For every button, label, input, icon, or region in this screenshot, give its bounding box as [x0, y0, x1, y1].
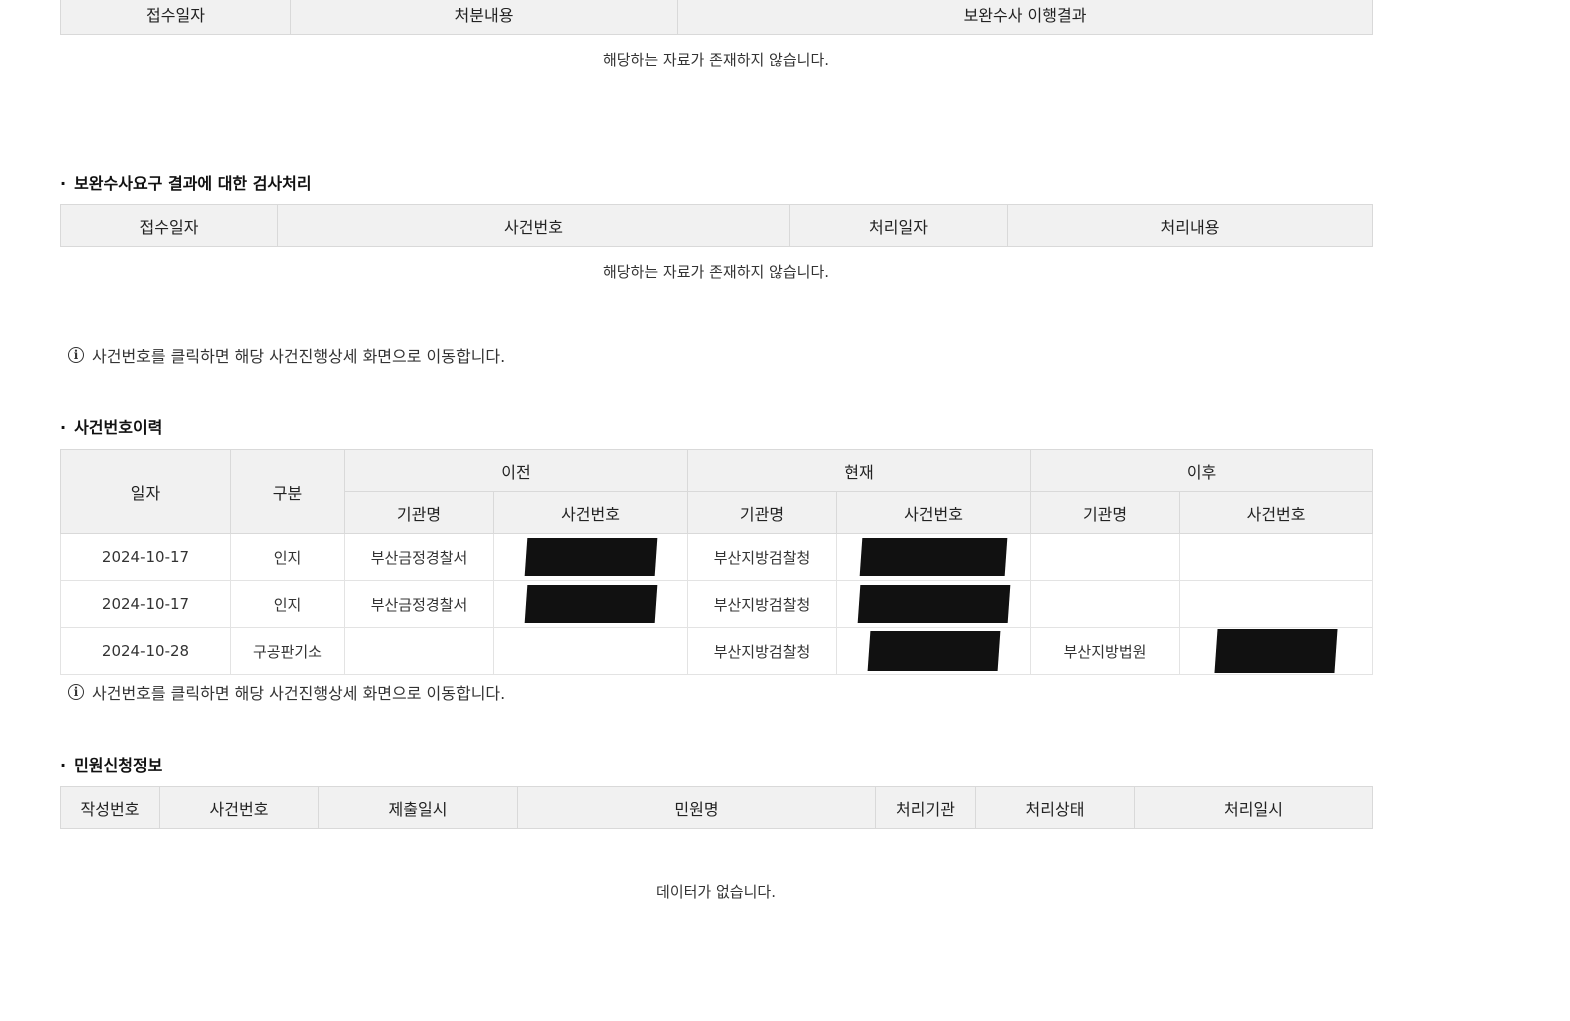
redacted-case-number[interactable] [524, 538, 657, 576]
cell-after-org [1030, 580, 1181, 628]
case-number-history-table: 일자 구분 이전 현재 이후 기관명 사건번호 기관명 사건번호 기관명 사건번… [60, 449, 1374, 675]
col-header-processing-content: 처리내용 [1007, 204, 1373, 247]
cell-current-org: 부산지방검찰청 [687, 533, 838, 581]
section-title-petition-info: · 민원신청정보 [60, 756, 163, 775]
info-icon: i [68, 684, 84, 700]
empty-message: 해당하는 자료가 존재하지 않습니다. [602, 263, 830, 281]
col-header-received-date: 접수일자 [60, 204, 278, 247]
table-row: 2024-10-17 인지 부산금정경찰서 부산지방검찰청 [60, 533, 1374, 581]
redacted-case-number[interactable] [867, 631, 1000, 671]
col-header-processing-status: 처리상태 [975, 786, 1135, 829]
col-header-date: 일자 [60, 449, 231, 534]
col-header-before: 이전 [343, 449, 689, 492]
notice: i 사건번호를 클릭하면 해당 사건진행상세 화면으로 이동합니다. [68, 343, 505, 367]
redacted-case-number[interactable] [1214, 629, 1338, 673]
col-header-after: 이후 [1030, 449, 1374, 492]
col-header-processed-date: 처리일자 [789, 204, 1008, 247]
cell-before-org [344, 627, 494, 675]
cell-type: 인지 [230, 580, 345, 628]
cell-current-case[interactable] [836, 533, 1032, 581]
info-icon: i [68, 347, 84, 363]
section-title-prosecutor-processing: · 보완수사요구 결과에 대한 검사처리 [60, 174, 312, 193]
cell-before-case[interactable] [492, 580, 689, 628]
cell-type: 인지 [230, 533, 345, 581]
col-header-submitted-at: 제출일시 [318, 786, 518, 829]
cell-after-org: 부산지방법원 [1030, 627, 1181, 675]
col-header-disposition: 처분내용 [290, 0, 678, 35]
redacted-case-number[interactable] [859, 538, 1008, 576]
empty-message: 해당하는 자료가 존재하지 않습니다. [602, 51, 830, 69]
cell-after-org [1030, 533, 1181, 581]
col-header-after-case: 사건번호 [1179, 491, 1374, 534]
cell-current-case[interactable] [836, 627, 1032, 675]
section-title-case-number-history: · 사건번호이력 [60, 418, 163, 437]
cell-current-case[interactable] [836, 580, 1032, 628]
notice: i 사건번호를 클릭하면 해당 사건진행상세 화면으로 이동합니다. [68, 680, 505, 704]
redacted-case-number[interactable] [524, 585, 657, 623]
col-header-petition-name: 민원명 [517, 786, 876, 829]
cell-before-org: 부산금정경찰서 [344, 533, 494, 581]
cell-date: 2024-10-17 [60, 580, 231, 628]
cell-date: 2024-10-17 [60, 533, 231, 581]
notice-text: 사건번호를 클릭하면 해당 사건진행상세 화면으로 이동합니다. [92, 347, 506, 366]
col-header-current-case: 사건번호 [836, 491, 1032, 534]
col-header-before-org: 기관명 [344, 491, 494, 534]
col-header-current-org: 기관명 [687, 491, 838, 534]
col-header-processed-at: 처리일시 [1134, 786, 1373, 829]
cell-before-org: 부산금정경찰서 [344, 580, 494, 628]
col-header-write-number: 작성번호 [60, 786, 160, 829]
col-header-before-case: 사건번호 [492, 491, 689, 534]
col-header-case-number: 사건번호 [159, 786, 319, 829]
redacted-case-number[interactable] [857, 585, 1010, 623]
cell-after-case[interactable] [1179, 627, 1374, 675]
table-row: 2024-10-28 구공판기소 부산지방검찰청 부산지방법원 [60, 627, 1374, 675]
empty-message: 데이터가 없습니다. [656, 883, 776, 901]
petition-info-table: 작성번호 사건번호 제출일시 민원명 처리기관 처리상태 처리일시 [60, 786, 1373, 829]
prosecutor-processing-table: 접수일자 사건번호 처리일자 처리내용 [60, 204, 1373, 247]
table-row: 2024-10-17 인지 부산금정경찰서 부산지방검찰청 [60, 580, 1374, 628]
col-header-case-number: 사건번호 [277, 204, 790, 247]
cell-date: 2024-10-28 [60, 627, 231, 675]
col-header-processing-org: 처리기관 [875, 786, 976, 829]
cell-before-case[interactable] [492, 533, 689, 581]
cell-current-org: 부산지방검찰청 [687, 580, 838, 628]
cell-after-case [1179, 533, 1374, 581]
cell-type: 구공판기소 [230, 627, 345, 675]
col-header-after-org: 기관명 [1030, 491, 1181, 534]
disposition-table: 접수일자 처분내용 보완수사 이행결과 [60, 0, 1373, 35]
cell-current-org: 부산지방검찰청 [687, 627, 838, 675]
col-header-current: 현재 [687, 449, 1032, 492]
notice-text: 사건번호를 클릭하면 해당 사건진행상세 화면으로 이동합니다. [92, 684, 506, 703]
col-header-received-date: 접수일자 [60, 0, 291, 35]
col-header-supplementary-result: 보완수사 이행결과 [677, 0, 1373, 35]
cell-before-case [492, 627, 689, 675]
col-header-type: 구분 [230, 449, 345, 534]
cell-after-case [1179, 580, 1374, 628]
